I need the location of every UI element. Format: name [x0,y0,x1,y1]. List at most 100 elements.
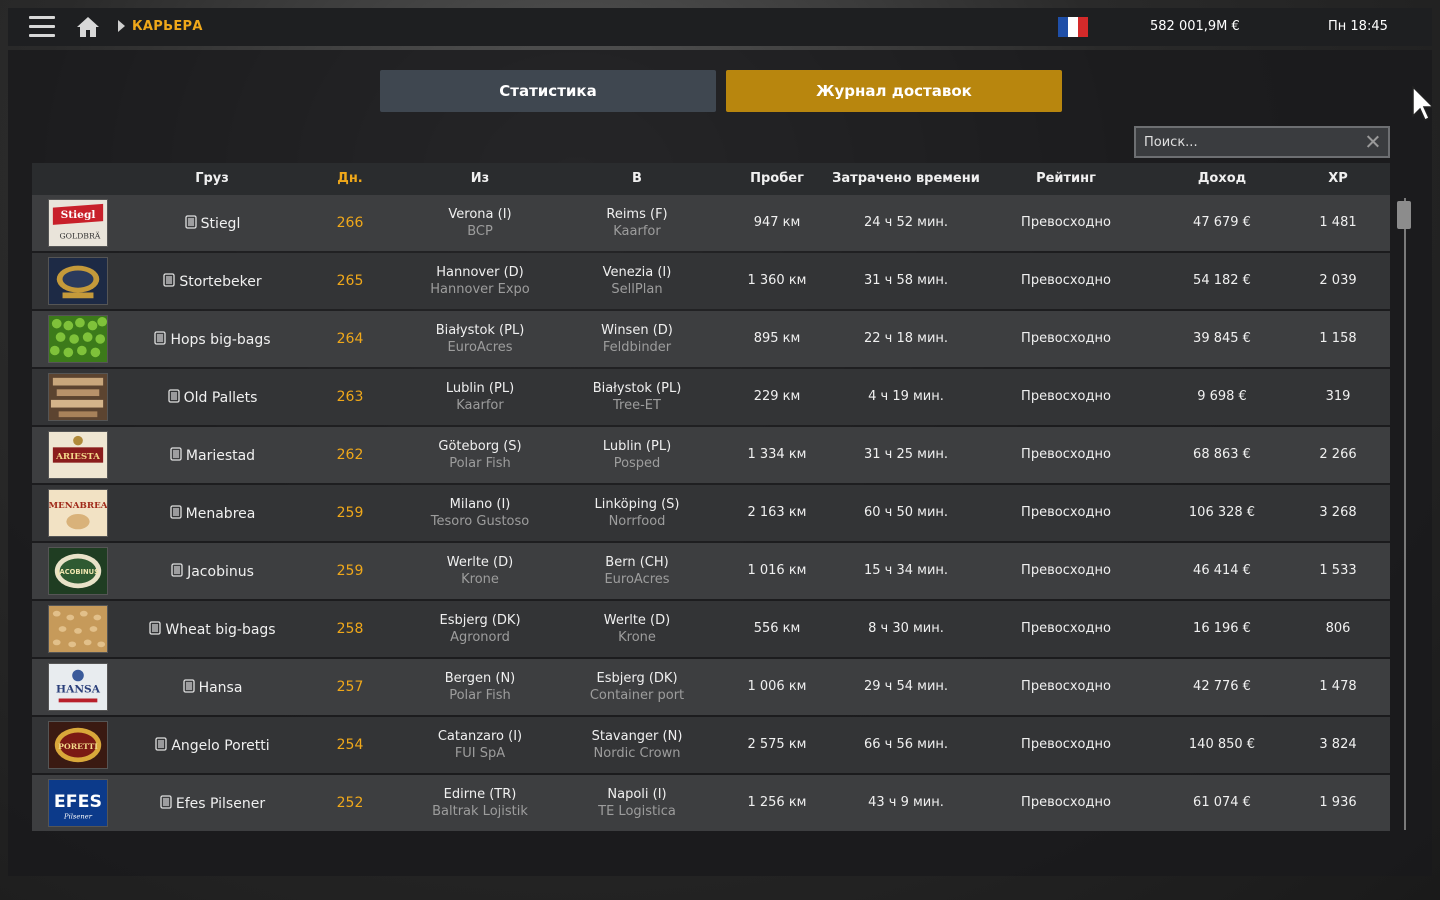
delivery-table: Груз Дн. Из В Пробег Затрачено времени Р… [32,163,1390,833]
cargo-label: Hansa [198,680,243,696]
efes-label-icon: EFES Pilsener [48,779,108,827]
income: 46 414 € [1193,563,1251,578]
table-row[interactable]: JACOBINUS Jacobinus 259 Werlte (D) Krone Bern… [32,543,1390,599]
wheat-icon [48,605,108,653]
rating: Превосходно [1021,447,1111,462]
column-header-days[interactable]: Дн. [322,171,378,186]
time-taken: 24 ч 52 мин. [863,215,949,230]
origin-company: Kaarfor [456,398,504,413]
rating: Превосходно [1021,389,1111,404]
destination-company: Norrfood [608,514,666,529]
tab-delivery-log[interactable]: Журнал доставок [726,70,1062,112]
distance: 1 256 км [747,795,807,810]
table-row[interactable]: EFES Pilsener Efes Pilsener 252 Edirne (TR) B… [32,775,1390,831]
destination: Lublin (PL) Posped [567,438,707,472]
delivery-day: 252 [336,795,364,811]
distance: 1 006 км [747,679,807,694]
cargo-label: Old Pallets [183,390,258,406]
cargo-name: Menabrea [132,505,292,522]
hops-icon [48,315,108,363]
distance: 947 км [753,215,801,230]
svg-text:GOLDBRÄ: GOLDBRÄ [59,231,100,240]
origin-company: Polar Fish [449,688,511,703]
breadcrumb[interactable]: КАРЬЕРА [132,19,203,34]
cargo-trailer-icon [153,331,170,348]
origin-city: Verona (I) [448,207,512,222]
destination-company: Container port [589,688,685,703]
income: 16 196 € [1193,621,1251,636]
table-row[interactable]: Stiegl GOLDBRÄ Stiegl 266 Verona (I) BCP Reims… [32,195,1390,251]
destination-company: Tree-ET [613,398,661,413]
table-row[interactable]: PORETTI Angelo Poretti 254 Catanzaro (I) FUI… [32,717,1390,773]
money-balance: 582 001,9M € [1150,19,1240,34]
rating: Превосходно [1021,737,1111,752]
xp: 1 936 [1319,795,1357,810]
cargo-label: Angelo Poretti [171,738,270,754]
rating: Превосходно [1021,563,1111,578]
jacobinus-label-icon: JACOBINUS [48,547,108,595]
origin-company: Krone [461,572,499,587]
origin-city: Białystok (PL) [435,323,525,338]
rating: Превосходно [1021,621,1111,636]
origin: Hannover (D) Hannover Expo [410,264,550,298]
game-clock: Пн 18:45 [1328,19,1388,34]
rating: Превосходно [1021,795,1111,810]
scrollbar-thumb[interactable] [1397,201,1411,229]
home-icon[interactable] [76,15,100,39]
tab-statistics[interactable]: Статистика [380,70,716,112]
distance: 2 163 км [747,505,807,520]
pallets-icon [48,373,108,421]
origin: Verona (I) BCP [410,206,550,240]
destination-company: Kaarfor [613,224,661,239]
income: 61 074 € [1193,795,1251,810]
destination-city: Esbjerg (DK) [596,671,678,686]
delivery-day: 259 [336,563,364,579]
table-row[interactable]: MENABREA Menabrea 259 Milano (I) Tesoro Gust… [32,485,1390,541]
destination-city: Linköping (S) [594,497,680,512]
table-header: Груз Дн. Из В Пробег Затрачено времени Р… [32,163,1390,195]
destination-city: Napoli (I) [607,787,667,802]
column-header-from[interactable]: Из [410,171,550,186]
destination: Reims (F) Kaarfor [567,206,707,240]
table-row[interactable]: Stortebeker 265 Hannover (D) Hannover Expo V… [32,253,1390,309]
table-row[interactable]: HANSA Hansa 257 Bergen (N) Polar Fish Esbjerg… [32,659,1390,715]
xp: 319 [1325,389,1351,404]
destination: Venezia (I) SellPlan [567,264,707,298]
clear-search-icon[interactable] [1362,131,1384,153]
origin: Białystok (PL) EuroAcres [410,322,550,356]
table-row[interactable]: Hops big-bags 264 Białystok (PL) EuroAcres W… [32,311,1390,367]
time-taken: 31 ч 58 мин. [863,273,949,288]
scrollbar-track[interactable] [1404,198,1406,830]
distance: 1 016 км [747,563,807,578]
column-header-rating[interactable]: Рейтинг [1007,171,1125,186]
column-header-cargo[interactable]: Груз [132,171,292,186]
search-input[interactable] [1136,129,1362,155]
distance: 229 км [753,389,801,404]
column-header-time[interactable]: Затрачено времени [832,171,980,186]
country-flag-icon [1058,17,1088,37]
column-header-xp[interactable]: XP [1308,171,1368,186]
cargo-name: Jacobinus [132,563,292,580]
svg-text:ARIESTA: ARIESTA [55,452,100,462]
cargo-name: Stortebeker [132,273,292,290]
table-row[interactable]: ARIESTA Mariestad 262 Göteborg (S) Polar Fis… [32,427,1390,483]
xp: 2 266 [1319,447,1357,462]
origin: Esbjerg (DK) Agronord [410,612,550,646]
time-taken: 43 ч 9 мин. [868,795,944,810]
origin-city: Werlte (D) [446,555,514,570]
origin-company: Baltrak Lojistik [432,804,528,819]
xp: 806 [1325,621,1351,636]
table-row[interactable]: Old Pallets 263 Lublin (PL) Kaarfor Białysto… [32,369,1390,425]
income: 68 863 € [1193,447,1251,462]
time-taken: 66 ч 56 мин. [863,737,949,752]
time-taken: 22 ч 18 мин. [863,331,949,346]
column-header-distance[interactable]: Пробег [732,171,822,186]
column-header-to[interactable]: В [567,171,707,186]
destination-company: Posped [613,456,661,471]
column-header-income[interactable]: Доход [1172,171,1272,186]
menu-icon[interactable] [29,16,55,38]
distance: 2 575 км [747,737,807,752]
cargo-label: Stiegl [200,216,241,232]
table-row[interactable]: Wheat big-bags 258 Esbjerg (DK) Agronord Wer… [32,601,1390,657]
time-taken: 15 ч 34 мин. [863,563,949,578]
